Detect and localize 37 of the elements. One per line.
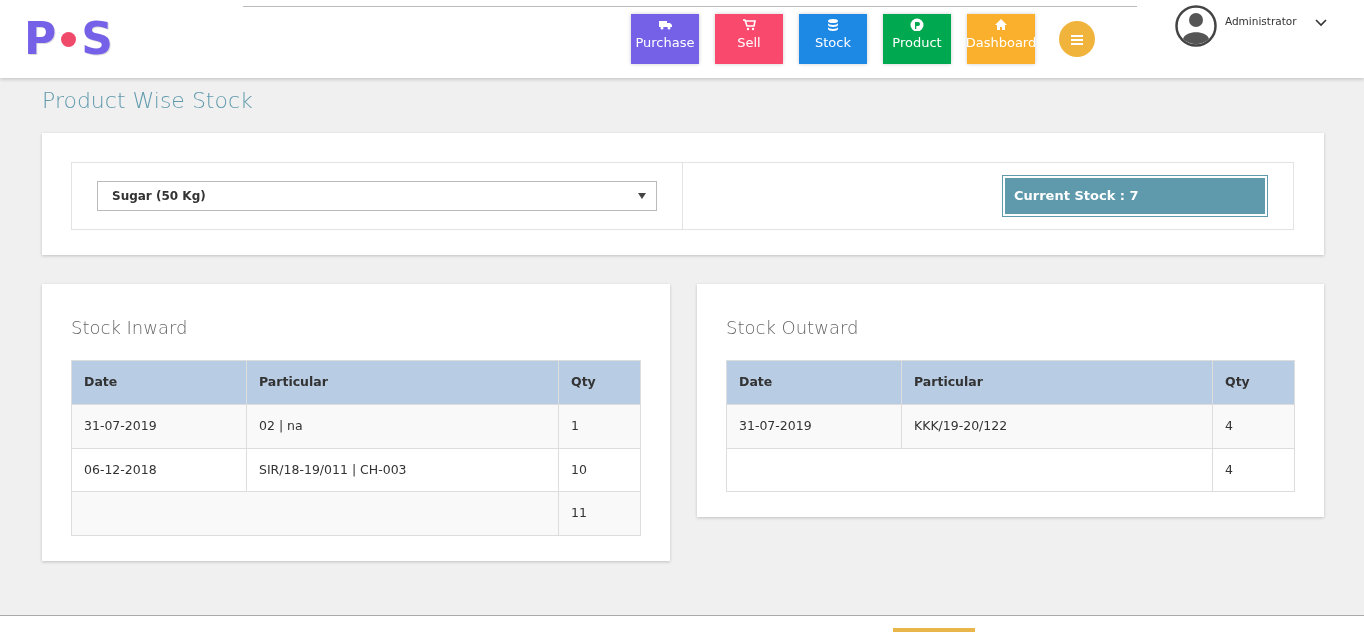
panel-title: Stock Inward bbox=[71, 316, 189, 340]
total-cell: 4 bbox=[1212, 448, 1295, 492]
column-header: Date bbox=[726, 360, 902, 405]
user-name: Administrator bbox=[1224, 14, 1297, 29]
current-stock-label: Current Stock : 7 bbox=[1004, 177, 1266, 215]
table-cell: 02 | na bbox=[246, 404, 559, 448]
dropdown-arrow-icon bbox=[638, 193, 646, 199]
panel-title: Stock Outward bbox=[726, 316, 860, 340]
nav-button[interactable]: Sell bbox=[714, 14, 783, 64]
nav-button[interactable]: Purchase bbox=[630, 14, 699, 64]
logo: P S bbox=[24, 17, 113, 61]
truck-icon bbox=[657, 18, 672, 31]
product-select[interactable]: Sugar (50 Kg) bbox=[97, 181, 657, 211]
column-header: Qty bbox=[1212, 360, 1295, 405]
total-cell: 11 bbox=[558, 491, 641, 536]
nav-button[interactable]: Dashboard bbox=[966, 14, 1035, 64]
nav-button[interactable]: Product bbox=[882, 14, 951, 64]
user-avatar-icon bbox=[1174, 5, 1217, 47]
chevron-down-icon[interactable] bbox=[1314, 19, 1327, 27]
home-icon bbox=[993, 18, 1008, 31]
table-cell: 06-12-2018 bbox=[71, 448, 247, 492]
table-cell: 10 bbox=[558, 448, 641, 492]
menu-icon bbox=[1069, 33, 1084, 46]
database-icon bbox=[825, 18, 840, 31]
table-cell: 31-07-2019 bbox=[726, 404, 902, 448]
table-cell: SIR/18-19/011 | CH-003 bbox=[246, 448, 559, 492]
table-cell: 4 bbox=[1212, 404, 1295, 448]
cart-icon bbox=[741, 18, 756, 31]
column-header: Particular bbox=[901, 360, 1213, 405]
column-header: Particular bbox=[246, 360, 559, 405]
column-header: Date bbox=[71, 360, 247, 405]
column-header: Qty bbox=[558, 360, 641, 405]
table-cell: 31-07-2019 bbox=[71, 404, 247, 448]
nav-button[interactable]: Stock bbox=[798, 14, 867, 64]
page-title: Product Wise Stock bbox=[42, 87, 254, 115]
table-cell: 1 bbox=[558, 404, 641, 448]
table-cell: KKK/19-20/122 bbox=[901, 404, 1213, 448]
